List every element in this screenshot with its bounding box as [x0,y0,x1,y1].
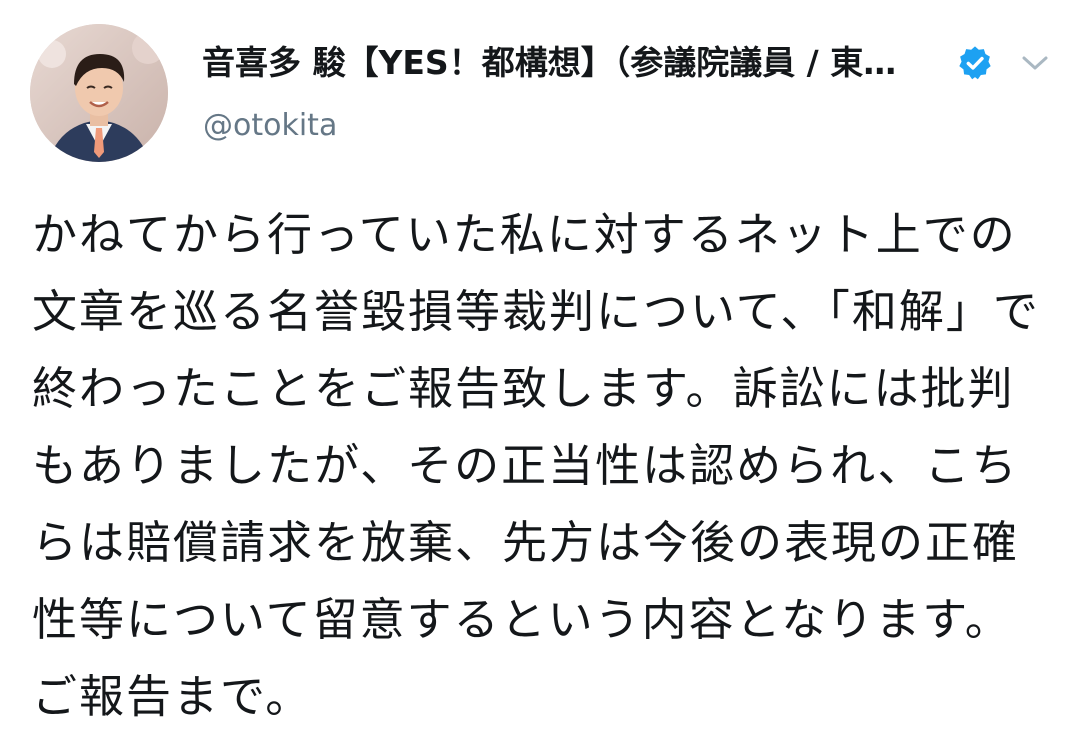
tweet-text: かねてから行っていた私に対するネット上での文章を巡る名誉毀損等裁判について、「和… [32,208,1040,723]
user-handle[interactable]: @otokita [203,104,337,148]
tweet-card: 音喜多 駿【YES！都構想】（参議院議員 / 東… @otokita かねてから… [0,0,1080,740]
avatar[interactable] [30,24,168,162]
display-name[interactable]: 音喜多 駿【YES！都構想】（参議院議員 / 東… [202,40,942,86]
chevron-down-icon[interactable] [1016,48,1054,78]
verified-badge-icon [959,46,991,80]
person-photo-icon [30,24,168,162]
